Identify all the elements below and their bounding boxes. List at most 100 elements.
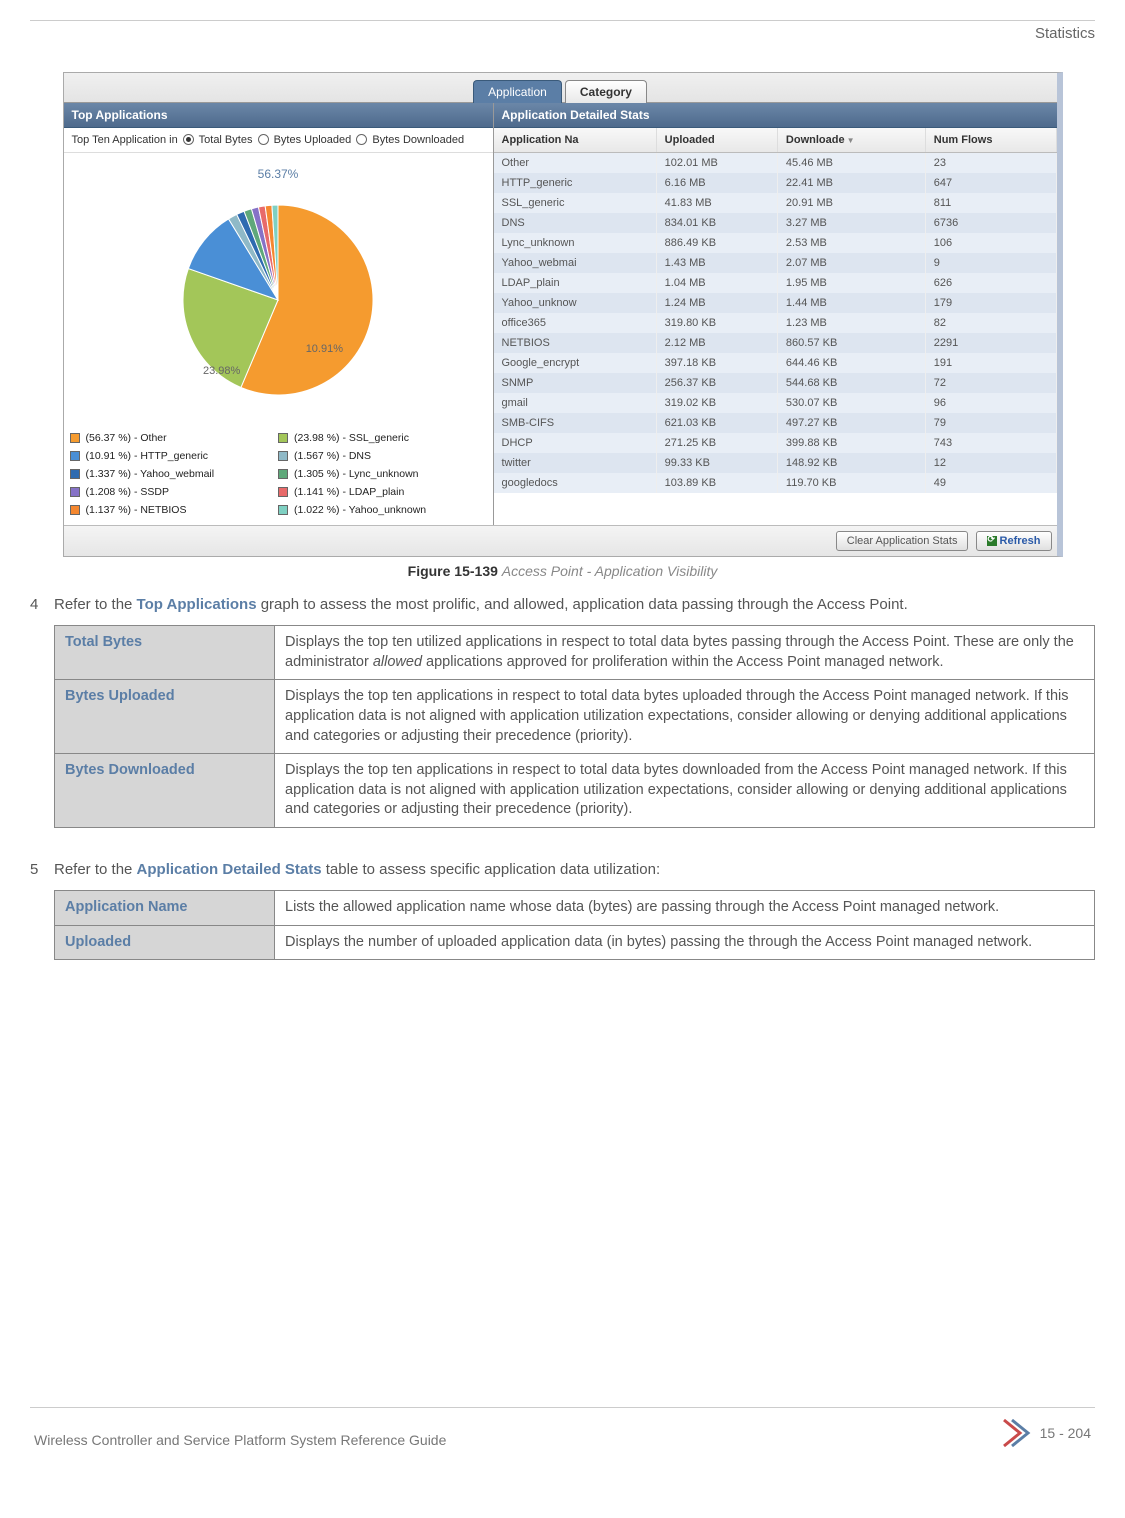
- panel-title-top-apps: Top Applications: [64, 103, 493, 128]
- cell-name: Other: [494, 153, 657, 174]
- cell-flows: 49: [925, 473, 1056, 493]
- legend-text: (1.305 %) - Lync_unknown: [294, 468, 419, 480]
- cell-down: 860.57 KB: [777, 333, 925, 353]
- figure-caption: Figure 15-139 Access Point - Application…: [63, 563, 1063, 579]
- legend-text: (23.98 %) - SSL_generic: [294, 432, 409, 444]
- cell-flows: 191: [925, 353, 1056, 373]
- col-appname[interactable]: Application Na: [494, 128, 657, 153]
- step5-num: 5: [30, 860, 54, 974]
- col-numflows[interactable]: Num Flows: [925, 128, 1056, 153]
- cell-down: 148.92 KB: [777, 453, 925, 473]
- cell-up: 256.37 KB: [656, 373, 777, 393]
- table-row[interactable]: Yahoo_unknow 1.24 MB 1.44 MB 179: [494, 293, 1057, 313]
- cell-up: 834.01 KB: [656, 213, 777, 233]
- cell-down: 644.46 KB: [777, 353, 925, 373]
- cell-down: 1.23 MB: [777, 313, 925, 333]
- tab-category[interactable]: Category: [565, 80, 647, 103]
- cell-flows: 743: [925, 433, 1056, 453]
- legend-text: (1.141 %) - LDAP_plain: [294, 486, 404, 498]
- table-row[interactable]: NETBIOS 2.12 MB 860.57 KB 2291: [494, 333, 1057, 353]
- pie-main-caption: 56.37%: [64, 167, 493, 181]
- cell-up: 6.16 MB: [656, 173, 777, 193]
- table-row[interactable]: DHCP 271.25 KB 399.88 KB 743: [494, 433, 1057, 453]
- cell-name: googledocs: [494, 473, 657, 493]
- cell-name: SMB-CIFS: [494, 413, 657, 433]
- pie-legend: (56.37 %) - Other (10.91 %) - HTTP_generi…: [64, 423, 493, 525]
- def-term: Bytes Downloaded: [55, 754, 275, 828]
- page-number: 15 - 204: [1040, 1425, 1091, 1441]
- tabs-bar: Application Category: [64, 73, 1057, 103]
- legend-item: (1.208 %) - SSDP: [70, 483, 279, 501]
- table-row[interactable]: twitter 99.33 KB 148.92 KB 12: [494, 453, 1057, 473]
- filter-bytes-downloaded: Bytes Downloaded: [372, 134, 464, 146]
- table-row[interactable]: SSL_generic 41.83 MB 20.91 MB 811: [494, 193, 1057, 213]
- table-row[interactable]: googledocs 103.89 KB 119.70 KB 49: [494, 473, 1057, 493]
- cell-name: Yahoo_unknow: [494, 293, 657, 313]
- cell-up: 1.43 MB: [656, 253, 777, 273]
- legend-swatch: [278, 469, 288, 479]
- footer-guide: Wireless Controller and Service Platform…: [34, 1432, 446, 1448]
- cell-name: Yahoo_webmai: [494, 253, 657, 273]
- radio-bytes-uploaded[interactable]: [258, 134, 269, 145]
- radio-bytes-downloaded[interactable]: [356, 134, 367, 145]
- table-row[interactable]: SMB-CIFS 621.03 KB 497.27 KB 79: [494, 413, 1057, 433]
- cell-flows: 9: [925, 253, 1056, 273]
- refresh-button[interactable]: Refresh: [976, 531, 1052, 551]
- step5-text: Refer to the Application Detailed Stats …: [54, 860, 1095, 880]
- cell-flows: 96: [925, 393, 1056, 413]
- cell-flows: 79: [925, 413, 1056, 433]
- cell-down: 20.91 MB: [777, 193, 925, 213]
- figure-label: Figure 15-139: [408, 563, 498, 579]
- cell-up: 2.12 MB: [656, 333, 777, 353]
- col-downloaded[interactable]: Downloade▼: [777, 128, 925, 153]
- cell-name: NETBIOS: [494, 333, 657, 353]
- table-row[interactable]: LDAP_plain 1.04 MB 1.95 MB 626: [494, 273, 1057, 293]
- cell-up: 1.24 MB: [656, 293, 777, 313]
- clear-stats-button[interactable]: Clear Application Stats: [836, 531, 969, 551]
- cell-name: Lync_unknown: [494, 233, 657, 253]
- cell-up: 41.83 MB: [656, 193, 777, 213]
- cell-down: 2.53 MB: [777, 233, 925, 253]
- def-term: Uploaded: [55, 925, 275, 960]
- cell-down: 1.44 MB: [777, 293, 925, 313]
- cell-up: 886.49 KB: [656, 233, 777, 253]
- def-desc: Displays the number of uploaded applicat…: [275, 925, 1095, 960]
- tab-application[interactable]: Application: [473, 80, 562, 103]
- sort-icon: ▼: [847, 136, 855, 145]
- table-row[interactable]: Google_encrypt 397.18 KB 644.46 KB 191: [494, 353, 1057, 373]
- table-row[interactable]: SNMP 256.37 KB 544.68 KB 72: [494, 373, 1057, 393]
- legend-text: (1.337 %) - Yahoo_webmail: [86, 468, 215, 480]
- cell-down: 2.07 MB: [777, 253, 925, 273]
- legend-text: (56.37 %) - Other: [86, 432, 167, 444]
- table-row[interactable]: Other 102.01 MB 45.46 MB 23: [494, 153, 1057, 174]
- cell-up: 1.04 MB: [656, 273, 777, 293]
- table-row[interactable]: gmail 319.02 KB 530.07 KB 96: [494, 393, 1057, 413]
- col-uploaded[interactable]: Uploaded: [656, 128, 777, 153]
- legend-item: (10.91 %) - HTTP_generic: [70, 447, 279, 465]
- definition-table-2: Application Name Lists the allowed appli…: [54, 890, 1095, 960]
- cell-flows: 2291: [925, 333, 1056, 353]
- legend-item: (1.305 %) - Lync_unknown: [278, 465, 487, 483]
- cell-down: 45.46 MB: [777, 153, 925, 174]
- table-row[interactable]: HTTP_generic 6.16 MB 22.41 MB 647: [494, 173, 1057, 193]
- radio-total-bytes[interactable]: [183, 134, 194, 145]
- table-row[interactable]: Lync_unknown 886.49 KB 2.53 MB 106: [494, 233, 1057, 253]
- def-term: Bytes Uploaded: [55, 680, 275, 754]
- filter-bytes-uploaded: Bytes Uploaded: [274, 134, 352, 146]
- legend-swatch: [70, 487, 80, 497]
- legend-text: (10.91 %) - HTTP_generic: [86, 450, 209, 462]
- cell-down: 399.88 KB: [777, 433, 925, 453]
- legend-text: (1.567 %) - DNS: [294, 450, 371, 462]
- table-row[interactable]: DNS 834.01 KB 3.27 MB 6736: [494, 213, 1057, 233]
- cell-flows: 647: [925, 173, 1056, 193]
- cell-flows: 82: [925, 313, 1056, 333]
- table-row[interactable]: office365 319.80 KB 1.23 MB 82: [494, 313, 1057, 333]
- table-row[interactable]: Yahoo_webmai 1.43 MB 2.07 MB 9: [494, 253, 1057, 273]
- def-desc: Displays the top ten applications in res…: [275, 754, 1095, 828]
- cell-flows: 106: [925, 233, 1056, 253]
- page-footer: Wireless Controller and Service Platform…: [30, 1407, 1095, 1448]
- cell-flows: 12: [925, 453, 1056, 473]
- cell-name: Google_encrypt: [494, 353, 657, 373]
- stats-table: Application Na Uploaded Downloade▼ Num F…: [494, 128, 1057, 493]
- legend-swatch: [278, 433, 288, 443]
